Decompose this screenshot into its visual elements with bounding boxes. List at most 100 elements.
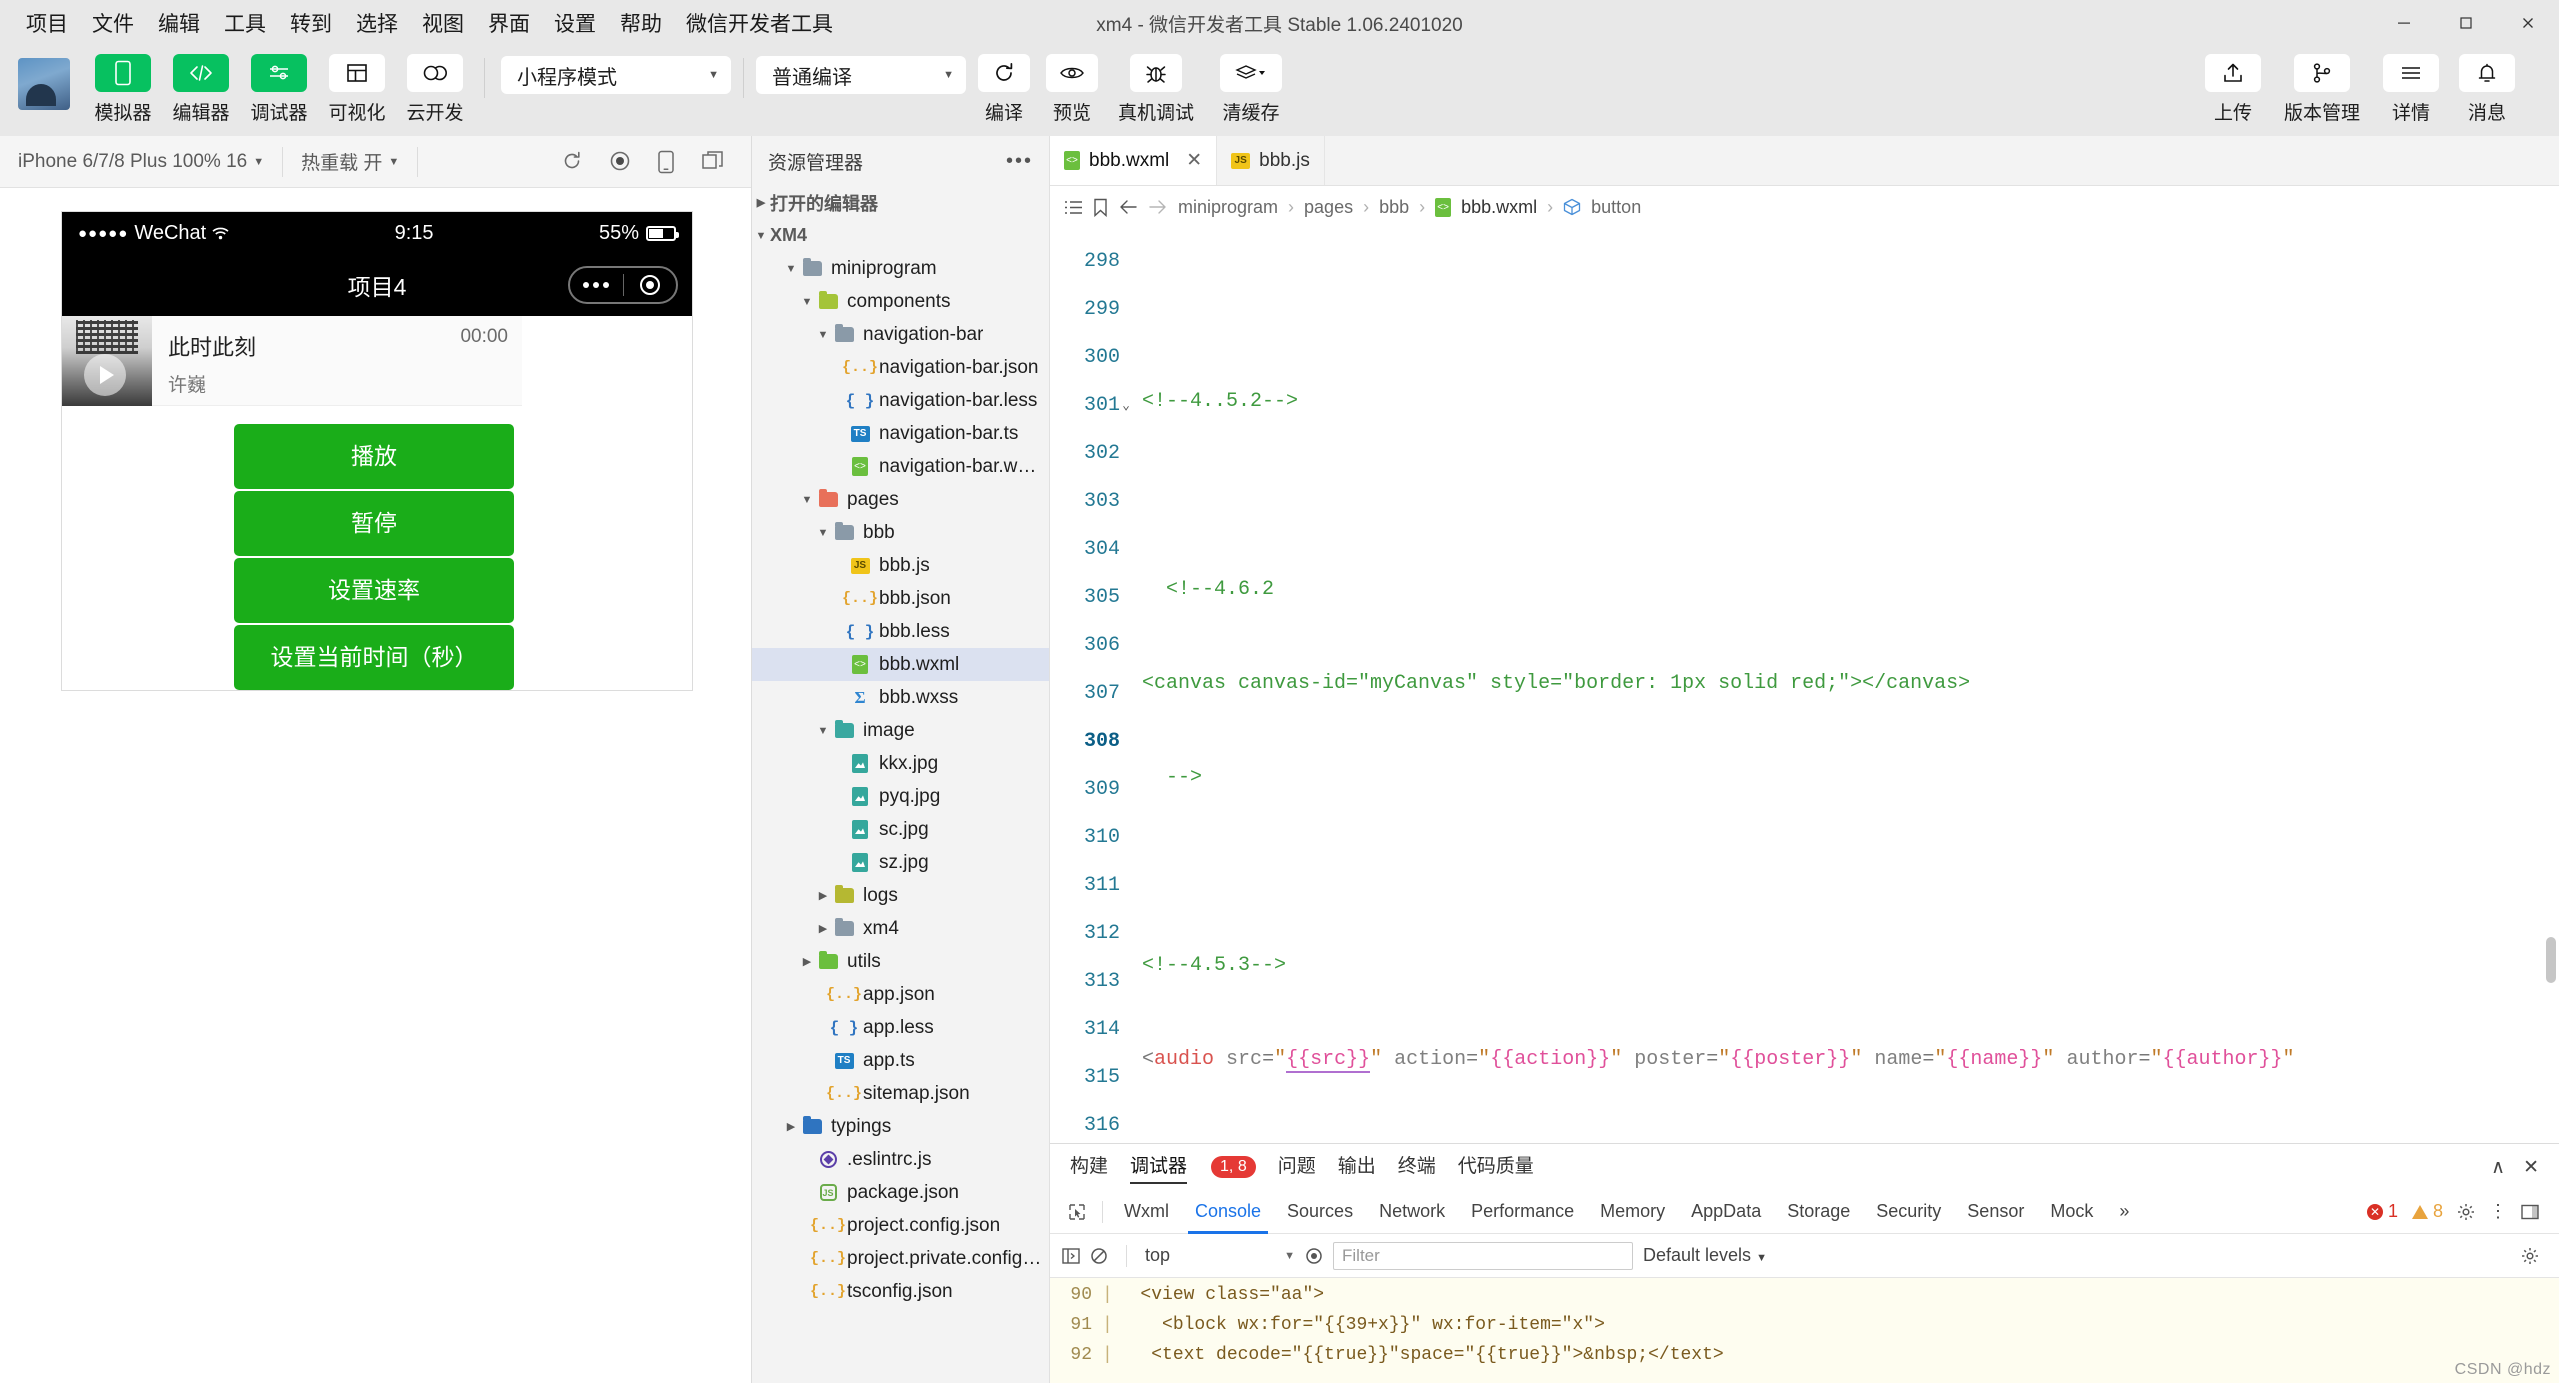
clear-console-icon[interactable] — [1090, 1247, 1108, 1265]
tree-item-navigation-bar-json[interactable]: ▶{..}navigation-bar.json — [752, 351, 1049, 384]
breadcrumb-bbb[interactable]: bbb — [1379, 197, 1409, 218]
tree-item-package-json[interactable]: ▶JSpackage.json — [752, 1176, 1049, 1209]
tree-item-bbb-json[interactable]: ▶{..}bbb.json — [752, 582, 1049, 615]
tree-item-bbb-wxss[interactable]: ▶Σbbb.wxss — [752, 681, 1049, 714]
sim-button-play[interactable]: 播放 — [234, 424, 514, 489]
real-device-debug-button[interactable]: 真机调试 — [1108, 54, 1204, 125]
devtools-more-icon[interactable]: ⋮ — [2489, 1201, 2507, 1222]
panel-tab-problems[interactable]: 问题 — [1278, 1151, 1316, 1184]
nav-back-icon[interactable] — [1118, 199, 1138, 215]
tree-item-utils[interactable]: ▶utils — [752, 945, 1049, 978]
tree-item-navigation-bar[interactable]: ▼navigation-bar — [752, 318, 1049, 351]
play-icon[interactable] — [84, 354, 126, 396]
tree-item--eslintrc-js[interactable]: ▶.eslintrc.js — [752, 1143, 1049, 1176]
panel-tab-debugger[interactable]: 调试器 — [1130, 1151, 1187, 1184]
tree-item-bbb-less[interactable]: ▶{ }bbb.less — [752, 615, 1049, 648]
record-button[interactable] — [609, 150, 631, 174]
refresh-simulator-button[interactable] — [561, 150, 583, 174]
tree-item-app-json[interactable]: ▶{..}app.json — [752, 978, 1049, 1011]
tab-bbb-wxml[interactable]: <> bbb.wxml ✕ — [1050, 136, 1217, 185]
outline-icon[interactable] — [1064, 199, 1083, 216]
menu-item-settings[interactable]: 设置 — [542, 4, 608, 42]
devtools-settings-icon[interactable] — [2457, 1203, 2475, 1221]
upload-button[interactable]: 上传 — [2197, 54, 2269, 125]
tab-bbb-js[interactable]: JS bbb.js — [1217, 136, 1325, 185]
maximize-button[interactable] — [2435, 0, 2497, 46]
devtool-tab-console[interactable]: Console — [1182, 1190, 1274, 1234]
menu-item-ui[interactable]: 界面 — [476, 4, 542, 42]
tree-item-project-private-config-js-[interactable]: ▶{..}project.private.config.js... — [752, 1242, 1049, 1275]
project-root-row[interactable]: ▼ XM4 — [752, 219, 1049, 252]
editor-scrollbar[interactable] — [2545, 236, 2557, 1135]
tree-item-navigation-bar-ts[interactable]: ▶TSnavigation-bar.ts — [752, 417, 1049, 450]
tree-item-sitemap-json[interactable]: ▶{..}sitemap.json — [752, 1077, 1049, 1110]
tree-item-pages[interactable]: ▼pages — [752, 483, 1049, 516]
menu-item-help[interactable]: 帮助 — [608, 4, 674, 42]
devtool-tabs-overflow-icon[interactable]: » — [2106, 1190, 2142, 1234]
close-panel-icon[interactable]: ✕ — [2523, 1156, 2539, 1179]
tree-item-typings[interactable]: ▶typings — [752, 1110, 1049, 1143]
devtool-tab-wxml[interactable]: Wxml — [1111, 1190, 1182, 1234]
console-filter-input[interactable]: Filter — [1333, 1242, 1633, 1270]
tree-item-app-less[interactable]: ▶{ }app.less — [752, 1011, 1049, 1044]
devtool-tab-security[interactable]: Security — [1863, 1190, 1954, 1234]
tree-item-kkx-jpg[interactable]: ▶kkx.jpg — [752, 747, 1049, 780]
breadcrumb-pages[interactable]: pages — [1304, 197, 1353, 218]
console-context-select[interactable]: top ▼ — [1145, 1245, 1295, 1266]
toolbar-editor-button[interactable]: 编辑器 — [164, 54, 238, 125]
devtool-tab-sources[interactable]: Sources — [1274, 1190, 1366, 1234]
detach-window-button[interactable] — [701, 150, 725, 174]
console-levels-select[interactable]: Default levels ▼ — [1643, 1245, 1767, 1266]
tree-item-bbb-wxml[interactable]: ▶<>bbb.wxml — [752, 648, 1049, 681]
devtool-tab-appdata[interactable]: AppData — [1678, 1190, 1774, 1234]
menu-item-goto[interactable]: 转到 — [278, 4, 344, 42]
messages-button[interactable]: 消息 — [2451, 54, 2523, 125]
tree-item-logs[interactable]: ▶logs — [752, 879, 1049, 912]
devtool-tab-sensor[interactable]: Sensor — [1954, 1190, 2037, 1234]
more-options-icon[interactable]: ••• — [1006, 150, 1033, 173]
panel-tab-output[interactable]: 输出 — [1338, 1151, 1376, 1184]
capsule-button[interactable] — [568, 266, 678, 304]
toolbar-simulator-button[interactable]: 模拟器 — [86, 54, 160, 125]
code-area-wrapper[interactable]: 298 299 300 ⌄301 302 303 304 305 306 307… — [1050, 228, 2559, 1143]
breadcrumb-file[interactable]: bbb.wxml — [1461, 197, 1537, 218]
sim-button-rate[interactable]: 设置速率 — [234, 558, 514, 623]
bookmark-icon[interactable] — [1093, 198, 1108, 217]
devtool-tab-memory[interactable]: Memory — [1587, 1190, 1678, 1234]
tree-item-bbb[interactable]: ▼bbb — [752, 516, 1049, 549]
devtool-tab-mock[interactable]: Mock — [2037, 1190, 2106, 1234]
toolbar-debugger-button[interactable]: 调试器 — [242, 54, 316, 125]
menu-item-view[interactable]: 视图 — [410, 4, 476, 42]
tree-item-sc-jpg[interactable]: ▶sc.jpg — [752, 813, 1049, 846]
mode-select[interactable]: 小程序模式 ▼ — [501, 56, 731, 94]
menu-item-file[interactable]: 文件 — [80, 4, 146, 42]
warning-count-badge[interactable]: 8 — [2412, 1201, 2443, 1222]
fold-icon[interactable]: ⌄ — [1122, 382, 1130, 430]
devtool-tab-storage[interactable]: Storage — [1774, 1190, 1863, 1234]
open-editors-row[interactable]: ▶ 打开的编辑器 — [752, 186, 1049, 219]
tree-item-bbb-js[interactable]: ▶JSbbb.js — [752, 549, 1049, 582]
dock-side-icon[interactable] — [2521, 1204, 2539, 1220]
console-output[interactable]: 90 | <view class="aa"> 91 | <block wx:fo… — [1050, 1278, 2559, 1383]
panel-tab-code-quality[interactable]: 代码质量 — [1458, 1151, 1534, 1184]
devtool-tab-performance[interactable]: Performance — [1458, 1190, 1587, 1234]
tree-item-miniprogram[interactable]: ▼miniprogram — [752, 252, 1049, 285]
toolbar-cloud-button[interactable]: 云开发 — [398, 54, 472, 125]
menu-item-edit[interactable]: 编辑 — [146, 4, 212, 42]
console-sidebar-toggle-icon[interactable] — [1062, 1248, 1080, 1264]
clear-cache-button[interactable]: 清缓存 — [1208, 54, 1294, 125]
toolbar-visual-button[interactable]: 可视化 — [320, 54, 394, 125]
compile-button[interactable]: 编译 — [972, 54, 1036, 125]
scrollbar-thumb[interactable] — [2546, 937, 2556, 983]
inspect-element-icon[interactable] — [1060, 1203, 1094, 1221]
minimize-button[interactable] — [2373, 0, 2435, 46]
close-button[interactable] — [2497, 0, 2559, 46]
panel-tab-build[interactable]: 构建 — [1070, 1151, 1108, 1184]
menu-item-tools[interactable]: 工具 — [212, 4, 278, 42]
preview-button[interactable]: 预览 — [1040, 54, 1104, 125]
console-eye-icon[interactable] — [1305, 1247, 1323, 1265]
menu-item-devtools[interactable]: 微信开发者工具 — [674, 4, 845, 42]
audio-player-card[interactable]: 00:00 此时此刻 许巍 — [62, 316, 522, 406]
version-management-button[interactable]: 版本管理 — [2273, 54, 2371, 125]
device-select[interactable]: iPhone 6/7/8 Plus 100% 16 ▼ — [0, 136, 282, 187]
